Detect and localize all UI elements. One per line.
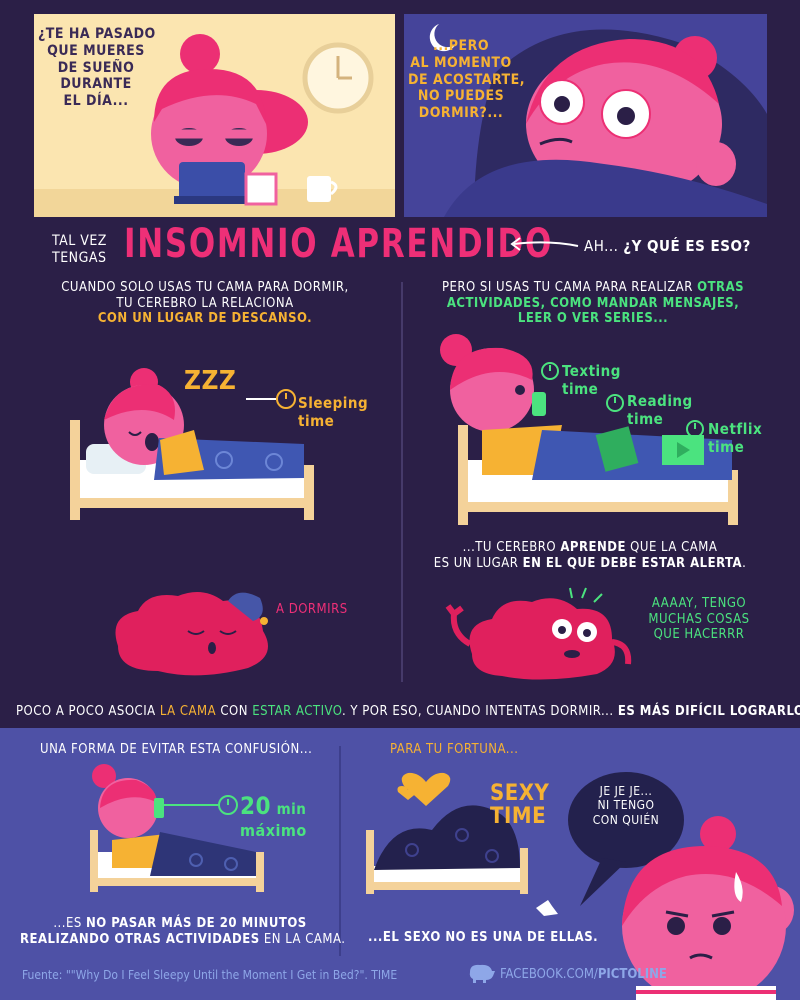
- bottom-left-caption-part: ...ES: [53, 916, 86, 931]
- left-intro-highlight: CON UN LUGAR DE DESCANSO.: [97, 311, 313, 327]
- brain-learns-line: ES UN LUGAR EN EL QUE DEBE ESTAR ALERTA.: [430, 556, 750, 572]
- sexy-time-line: TIME: [490, 804, 547, 830]
- panel-night-line: DE ACOSTARTE,: [408, 71, 526, 88]
- clock-icon: [302, 42, 374, 114]
- sleeping-time-label: Sleeping time: [298, 394, 368, 430]
- source-citation: Fuente: ""Why Do I Feel Sleepy Until the…: [22, 968, 398, 982]
- infographic: ¿TE HA PASADO QUE MUERES DE SUEÑO DURANT…: [0, 0, 800, 1000]
- summary-highlight-active: ESTAR ACTIVO: [252, 704, 342, 719]
- panel-night-line: ...PERO: [432, 38, 490, 54]
- brain-learns-part: .: [742, 555, 747, 571]
- left-intro-line: TU CEREBRO LA RELACIONA: [116, 295, 294, 311]
- left-intro-line: CUANDO SOLO USAS TU CAMA PARA DORMIR,: [61, 280, 349, 295]
- right-intro-line: PERO SI USAS TU CAMA PARA REALIZAR OTRAS: [418, 280, 768, 296]
- sleeping-time-line: Sleeping: [298, 394, 369, 412]
- facebook-link[interactable]: FACEBOOK.COM/PICTOLINE: [500, 967, 667, 983]
- clock-icon: [246, 389, 296, 409]
- summary-part: POCO A POCO ASOCIA: [16, 704, 160, 719]
- reading-clock-icon: [606, 394, 624, 412]
- panel-night-line: DORMIR?...: [418, 105, 504, 122]
- speech-bubble-line: JE JE JE...: [599, 784, 653, 798]
- right-intro-green: OTRAS: [697, 280, 745, 295]
- left-intro-text: CUANDO SOLO USAS TU CAMA PARA DORMIR, TU…: [40, 280, 370, 327]
- summary-highlight-hard: ES MÁS DIFÍCIL LOGRARLO.: [617, 704, 800, 719]
- netflix-clock-icon: [686, 420, 704, 438]
- netflix-time-label: Netflix time: [708, 420, 762, 456]
- panel-day-line: DE SUEÑO: [57, 59, 135, 76]
- twenty-min-number: 20: [240, 792, 272, 820]
- panel-night-line: AL MOMENTO: [410, 54, 512, 71]
- summary-highlight-bed: LA CAMA: [159, 704, 217, 719]
- limited-use-illustration: [90, 764, 264, 892]
- brain-learns-line: ...TU CEREBRO APRENDE QUE LA CAMA: [430, 540, 750, 556]
- panel-day-line: QUE MUERES: [47, 42, 145, 59]
- twenty-min-max: máximo: [240, 820, 307, 840]
- right-intro-prefix: PERO SI USAS TU CAMA PARA REALIZAR: [441, 280, 698, 295]
- twenty-min-unit: min: [276, 800, 307, 818]
- brain-alert-line: MUCHAS COSAS: [648, 611, 750, 627]
- summary-text: POCO A POCO ASOCIA LA CAMA CON ESTAR ACT…: [16, 704, 800, 720]
- bottom-left-caption-line: REALIZANDO OTRAS ACTIVIDADES EN LA CAMA.: [20, 931, 345, 948]
- brain-learns-text: ...TU CEREBRO APRENDE QUE LA CAMA ES UN …: [430, 540, 750, 571]
- zzz-text: zZZ: [184, 366, 237, 396]
- reading-time-line: time: [627, 410, 664, 428]
- brain-learns-part: ...TU CEREBRO: [462, 540, 561, 555]
- heading-aside-question: ¿Y QUÉ ES ESO?: [623, 237, 751, 255]
- reading-time-label: Reading time: [627, 392, 693, 428]
- sleeping-brain-illustration: [115, 592, 268, 676]
- brain-learns-part: ES UN LUGAR: [433, 555, 523, 571]
- brain-alert-text: AAAAY, TENGO MUCHAS COSAS QUE HACERRR: [634, 596, 764, 643]
- summary-part: . Y POR ESO, CUANDO INTENTAS DORMIR...: [341, 704, 618, 719]
- sexy-time-line: SEXY: [490, 781, 550, 806]
- panel-night-text: ...PERO AL MOMENTO DE ACOSTARTE, NO PUED…: [408, 38, 526, 122]
- bottom-left-caption-bold: REALIZANDO OTRAS ACTIVIDADES: [20, 931, 260, 947]
- netflix-time-line: Netflix: [708, 420, 763, 438]
- brain-learns-part: QUE LA CAMA: [625, 540, 718, 555]
- timer-clock-icon: [164, 795, 238, 815]
- facebook-link-prefix: FACEBOOK.COM/: [500, 967, 598, 982]
- panel-day-line: ¿TE HA PASADO: [38, 26, 156, 42]
- reading-time-line: Reading: [627, 392, 693, 410]
- heading-aside: AH... ¿Y QUÉ ES ESO?: [584, 237, 751, 255]
- pig-logo-icon: [469, 964, 495, 983]
- bottom-right-title: PARA TU FORTUNA...: [390, 742, 519, 757]
- texting-time-line: Texting: [562, 362, 621, 380]
- brain-learns-bold: APRENDE: [560, 540, 626, 555]
- brain-learns-bold: EN EL QUE DEBE ESTAR ALERTA: [522, 555, 743, 571]
- twenty-min-label: 20 min máximo: [240, 792, 307, 840]
- arrow-left-icon: [510, 237, 579, 251]
- heading-aside-prefix: AH...: [584, 237, 624, 255]
- brain-sleep-text: A DORMIRS: [276, 602, 348, 617]
- bottom-left-title: UNA FORMA DE EVITAR ESTA CONFUSIÓN...: [40, 742, 313, 757]
- panel-night-line: NO PUEDES: [417, 88, 505, 105]
- panel-day-line: DURANTE: [60, 76, 132, 93]
- right-intro-line: LEER O VER SERIES...: [517, 311, 669, 327]
- summary-part: CON: [216, 704, 253, 719]
- right-intro-text: PERO SI USAS TU CAMA PARA REALIZAR OTRAS…: [418, 280, 768, 327]
- bottom-left-caption-line: ...ES NO PASAR MÁS DE 20 MINUTOS: [20, 916, 340, 932]
- heading-intro-line: TAL VEZ: [52, 233, 107, 249]
- bottom-left-caption-part: EN LA CAMA.: [259, 931, 346, 947]
- page-title: INSOMNIO APRENDIDO: [124, 221, 553, 267]
- sleeping-time-line: time: [298, 412, 335, 430]
- bottom-right-caption: ...EL SEXO NO ES UNA DE ELLAS.: [368, 930, 599, 945]
- heading-intro: TAL VEZ TENGAS: [52, 233, 107, 267]
- alert-brain-illustration: [445, 587, 632, 680]
- speech-bubble-line: NI TENGO: [597, 798, 655, 813]
- brain-alert-line: AAAAY, TENGO: [651, 596, 747, 611]
- heading-intro-line: TENGAS: [52, 249, 107, 266]
- panel-day-line: EL DÍA...: [63, 93, 129, 110]
- column-divider: [401, 282, 403, 682]
- sexy-time-label: SEXY TIME: [490, 782, 549, 828]
- bottom-left-caption-bold: NO PASAR MÁS DE 20 MINUTOS: [85, 916, 307, 931]
- facebook-link-brand: PICTOLINE: [597, 967, 667, 982]
- panel-day-text: ¿TE HA PASADO QUE MUERES DE SUEÑO DURANT…: [38, 26, 156, 110]
- brain-alert-line: QUE HACERRR: [653, 627, 745, 643]
- sock-icon: [536, 900, 558, 916]
- netflix-time-line: time: [708, 438, 745, 456]
- texting-clock-icon: [541, 362, 559, 380]
- right-intro-line: ACTIVIDADES, COMO MANDAR MENSAJES,: [446, 295, 740, 311]
- bottom-left-caption: ...ES NO PASAR MÁS DE 20 MINUTOS REALIZA…: [20, 916, 345, 948]
